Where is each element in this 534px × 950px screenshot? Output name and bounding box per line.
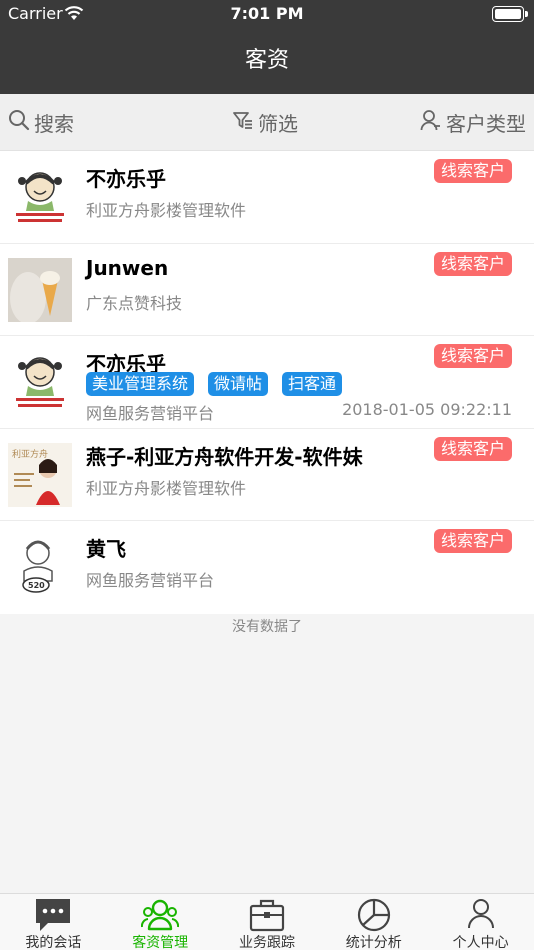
avatar <box>8 165 72 229</box>
customer-type-label: 客户类型 <box>446 112 526 136</box>
svg-text:520: 520 <box>28 581 45 590</box>
status-badge: 线索客户 <box>433 251 512 276</box>
person-icon <box>420 109 442 136</box>
person-icon <box>462 897 500 937</box>
clock: 7:01 PM <box>230 4 304 23</box>
customer-row[interactable]: 520 黄飞 网鱼服务营销平台 线索客户 <box>0 521 534 614</box>
customer-company: 利亚方舟影楼管理软件 <box>86 478 247 498</box>
filter-label: 筛选 <box>258 112 298 136</box>
avatar: 520 <box>8 535 72 599</box>
search-button[interactable]: 搜索 <box>8 94 74 151</box>
page-title: 客资 <box>244 48 289 73</box>
tab-label: 客资管理 <box>132 935 189 950</box>
tab-statistics[interactable]: 统计分析 <box>320 894 427 950</box>
svg-text:利亚方舟: 利亚方舟 <box>12 448 48 460</box>
battery-icon <box>492 6 528 22</box>
customer-name: 燕子-利亚方舟软件开发-软件妹 <box>86 444 363 469</box>
status-badge: 线索客户 <box>433 344 512 368</box>
tab-label: 我的会话 <box>25 935 82 950</box>
customer-company: 网鱼服务营销平台 <box>86 571 215 590</box>
tab-label: 统计分析 <box>345 935 402 950</box>
customer-company: 网鱼服务营销平台 <box>86 404 215 423</box>
search-label: 搜索 <box>34 112 74 136</box>
avatar: 利亚方舟 <box>8 442 72 507</box>
filter-icon <box>232 109 254 136</box>
status-badge: 线索客户 <box>433 529 512 553</box>
tag: 美业管理系统 <box>86 372 195 396</box>
list-end-message: 没有数据了 <box>232 619 302 635</box>
status-badge: 线索客户 <box>433 159 512 183</box>
filter-button[interactable]: 筛选 <box>232 94 298 151</box>
people-group-icon <box>141 897 180 937</box>
chat-bubble-icon <box>34 897 72 937</box>
avatar <box>8 350 72 414</box>
pie-chart-icon <box>355 897 393 937</box>
filter-bar: 搜索 筛选 客户类型 <box>0 94 534 151</box>
search-icon <box>8 109 30 136</box>
customer-type-button[interactable]: 客户类型 <box>420 94 526 151</box>
tab-label: 个人中心 <box>452 935 509 950</box>
status-bar: Carrier 7:01 PM <box>0 0 534 30</box>
tab-bar: 我的会话 客资管理 业务跟踪 统计分析 个人中心 <box>0 893 534 950</box>
tag: 微请帖 <box>208 372 269 396</box>
customer-name: Junwen <box>86 255 169 280</box>
tag-list: 美业管理系统 微请帖 扫客通 <box>86 372 343 396</box>
status-badge: 线索客户 <box>433 436 512 461</box>
briefcase-icon <box>248 897 286 937</box>
tab-customer-management[interactable]: 客资管理 <box>107 894 214 950</box>
customer-name: 不亦乐乎 <box>86 167 166 191</box>
customer-list: 不亦乐乎 利亚方舟影楼管理软件 线索客户 Junwen 广东点赞科技 线索客户 <box>0 151 534 614</box>
tab-personal-center[interactable]: 个人中心 <box>427 894 534 950</box>
customer-row[interactable]: 不亦乐乎 利亚方舟影楼管理软件 线索客户 <box>0 151 534 244</box>
customer-row[interactable]: 不亦乐乎 美业管理系统 微请帖 扫客通 网鱼服务营销平台 2018-01-05 … <box>0 336 534 429</box>
tab-label: 业务跟踪 <box>238 935 295 950</box>
tab-business-tracking[interactable]: 业务跟踪 <box>214 894 321 950</box>
customer-company: 利亚方舟影楼管理软件 <box>86 201 247 220</box>
customer-name: 黄飞 <box>86 537 126 561</box>
customer-company: 广东点赞科技 <box>86 293 183 313</box>
timestamp: 2018-01-05 09:22:11 <box>342 400 512 419</box>
customer-row[interactable]: 利亚方舟 燕子-利亚方舟软件开发-软件妹 利亚方舟影楼管理软件 线索客户 <box>0 428 534 521</box>
nav-bar: 客资 <box>0 30 534 94</box>
tab-my-chats[interactable]: 我的会话 <box>0 894 107 950</box>
tag: 扫客通 <box>282 372 343 396</box>
avatar <box>8 257 72 322</box>
customer-row[interactable]: Junwen 广东点赞科技 线索客户 <box>0 243 534 336</box>
